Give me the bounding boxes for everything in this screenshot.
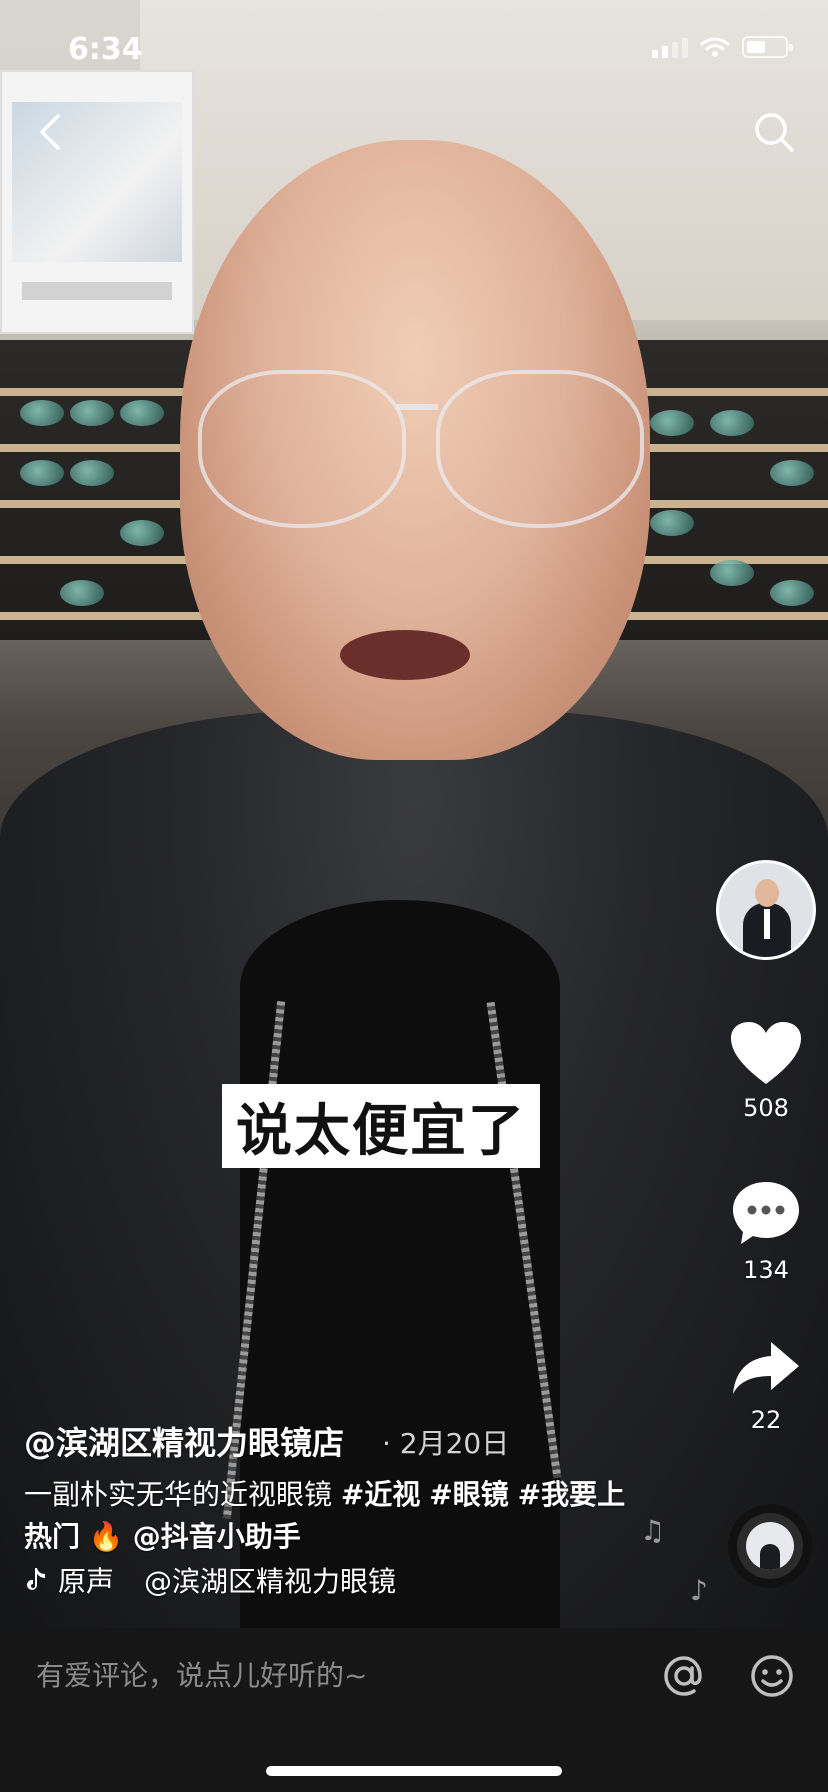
wifi-icon [700, 37, 730, 57]
at-icon [664, 1656, 702, 1696]
mention-link[interactable]: @抖音小助手 [133, 1520, 301, 1553]
like-button[interactable]: 508 [716, 1020, 816, 1122]
hashtag[interactable]: #眼镜 [429, 1478, 508, 1511]
post-date: · 2月20日 [382, 1427, 510, 1460]
status-icons [652, 36, 793, 58]
back-button[interactable] [28, 108, 76, 156]
heart-icon [731, 1022, 801, 1084]
smile-icon [751, 1655, 793, 1697]
chevron-left-icon [40, 114, 60, 150]
eyeglass-bridge [396, 404, 438, 410]
share-count: 22 [750, 1406, 782, 1434]
comment-bubble-icon [733, 1182, 799, 1244]
comment-input[interactable]: 有爱评论，说点儿好听的~ [36, 1654, 596, 1698]
music-note-icon: ♪ [690, 1574, 708, 1607]
eyeglass-lens [436, 370, 644, 528]
emoji-button[interactable] [748, 1652, 796, 1700]
hashtag[interactable]: #近视 [341, 1478, 420, 1511]
video-subtitle: 说太便宜了 [222, 1084, 540, 1168]
music-disc[interactable] [728, 1504, 812, 1588]
share-button[interactable]: 22 [716, 1338, 816, 1434]
music-info[interactable]: 原声 @滨湖区精视力眼镜 [24, 1560, 444, 1600]
subtitle-text: 说太便宜了 [236, 1098, 526, 1164]
search-button[interactable] [750, 108, 798, 156]
poster-text [22, 282, 172, 300]
description-text: 一副朴实无华的近视眼镜 [24, 1478, 341, 1511]
mention-button[interactable] [660, 1652, 708, 1700]
home-indicator[interactable] [266, 1766, 562, 1776]
search-icon [755, 113, 794, 152]
battery-icon [742, 36, 793, 58]
share-arrow-icon [733, 1342, 799, 1394]
eyeglass-lens [198, 370, 406, 528]
music-author: @滨湖区精视力眼镜 [144, 1565, 397, 1598]
comment-button[interactable]: 134 [716, 1178, 816, 1284]
person-mouth [340, 630, 470, 680]
fire-emoji: 🔥 [88, 1520, 124, 1553]
like-count: 508 [743, 1094, 789, 1122]
status-time: 6:34 [68, 32, 143, 67]
author-avatar[interactable] [716, 860, 816, 960]
tiktok-note-icon [27, 1568, 45, 1590]
comment-count: 134 [743, 1256, 789, 1284]
video-player[interactable] [0, 0, 828, 1628]
music-label: 原声 [58, 1565, 115, 1598]
post-author[interactable]: @滨湖区精视力眼镜店 [24, 1418, 344, 1464]
post-description: 一副朴实无华的近视眼镜 #近视 #眼镜 #我要上热门 🔥 @抖音小助手 [24, 1474, 644, 1558]
cellular-signal-icon [652, 36, 688, 58]
